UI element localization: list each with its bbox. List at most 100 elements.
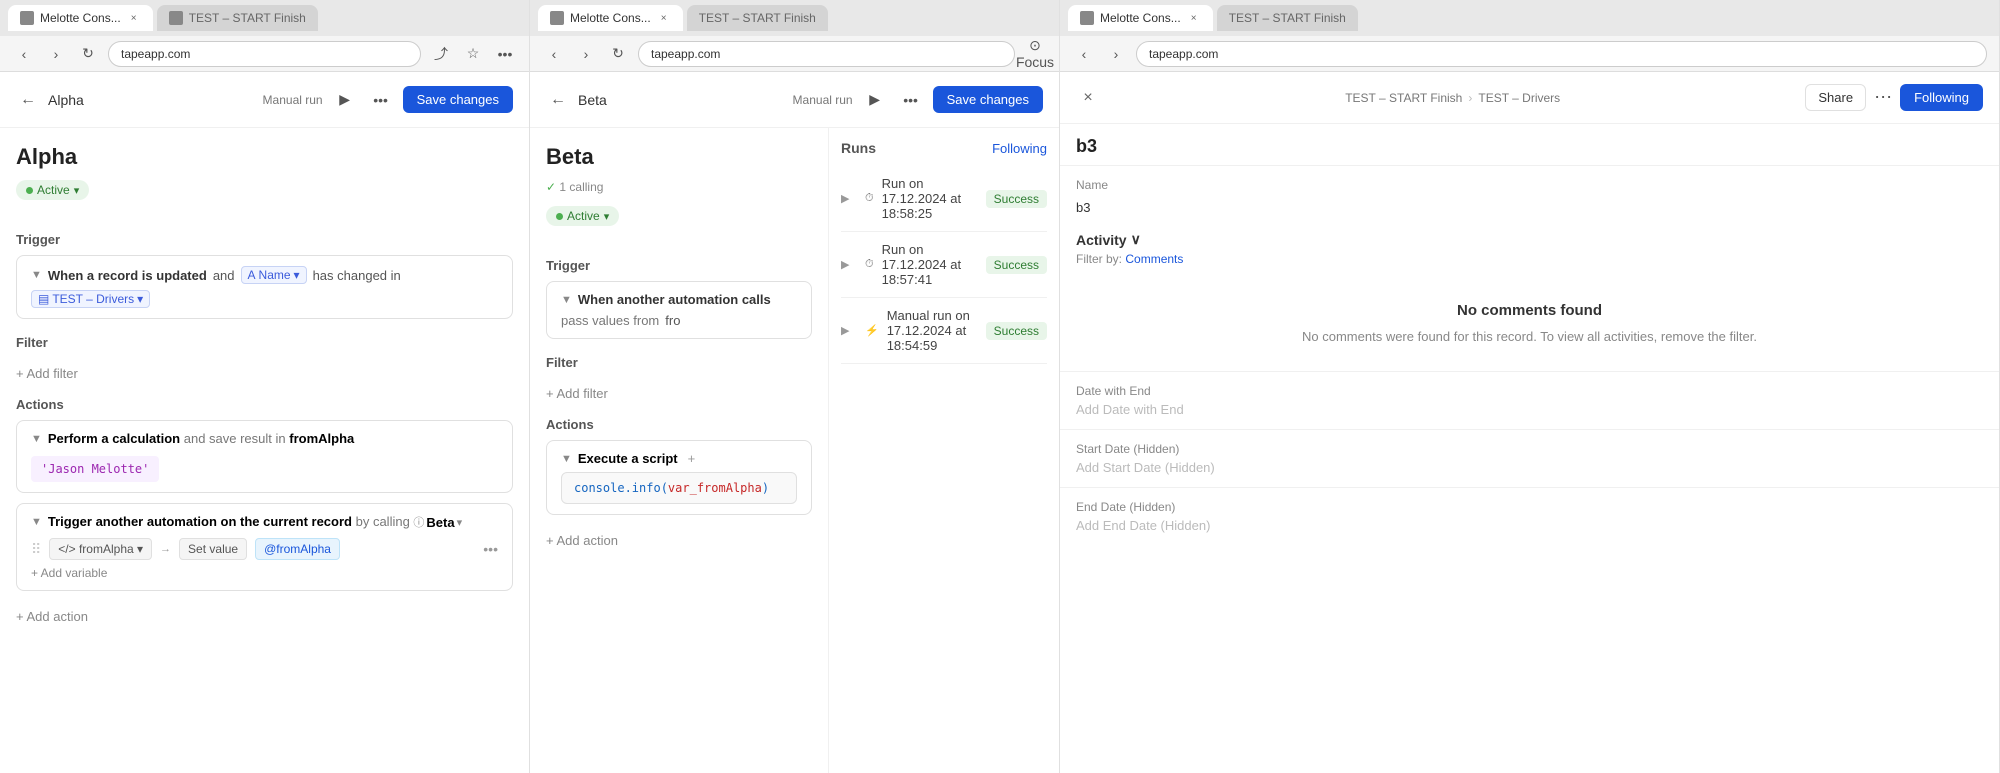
middle-action-chevron: ▼ [561,453,572,465]
right-share-button[interactable]: Share [1805,84,1866,111]
tab-right-melotte[interactable]: Melotte Cons... × [1068,5,1213,31]
run-text-2: Manual run on 17.12.2024 at 18:54:59 [887,308,978,353]
forward-nav-right[interactable]: › [1104,42,1128,66]
left-var-icon: </> [58,542,75,556]
left-filter-section: Filter [16,335,513,350]
middle-action-add[interactable]: + [688,451,696,466]
left-trigger-box: ▼ When a record is updated and A Name ▾ … [16,255,513,319]
left-back-button[interactable]: ← [16,88,40,112]
right-following-button[interactable]: Following [1900,84,1983,111]
tab-favicon-left [20,11,34,25]
run-expand-2[interactable]: ▶ [841,324,857,337]
bookmark-nav-left[interactable]: ☆ [461,42,485,66]
tab-middle-melotte[interactable]: Melotte Cons... × [538,5,683,31]
left-trigger-chevron: ▼ [31,269,42,281]
run-status-2: Success [986,322,1047,340]
left-var-value[interactable]: @fromAlpha [255,538,340,560]
right-close-button[interactable]: × [1076,86,1100,110]
more-nav-left[interactable]: ••• [493,42,517,66]
left-panel: Melotte Cons... × TEST – START Finish ‹ … [0,0,530,773]
left-panel-header: ← Alpha Manual run ▶ ••• Save changes [0,72,529,128]
forward-nav-left[interactable]: › [44,42,68,66]
tab-left-test[interactable]: TEST – START Finish [157,5,318,31]
browser-toolbar-right: ‹ › tapeapp.com [1060,36,1999,72]
left-trigger-field-tag[interactable]: A Name ▾ [241,266,307,284]
right-date-with-end-label: Date with End [1076,384,1983,398]
middle-add-filter-btn[interactable]: + Add filter [546,386,608,401]
right-activity-header[interactable]: Activity ∨ [1076,231,1983,248]
address-bar-right[interactable]: tapeapp.com [1136,41,1987,67]
refresh-nav-middle[interactable]: ↻ [606,42,630,66]
left-save-button[interactable]: Save changes [403,86,513,113]
left-run-btn[interactable]: ▶ [331,86,359,114]
right-start-date-add[interactable]: Add Start Date (Hidden) [1076,460,1983,475]
left-run-mode: Manual run [263,93,323,107]
focus-btn-middle[interactable]: ⊙ Focus [1023,42,1047,66]
refresh-nav-left[interactable]: ↻ [76,42,100,66]
left-trigger-section: Trigger [16,232,513,247]
address-bar-middle[interactable]: tapeapp.com [638,41,1015,67]
left-trigger-and: and [213,268,235,283]
right-record-name: b3 [1060,124,1999,165]
chevron-down-icon: ∨ [1131,231,1141,248]
left-panel-content: Alpha Active ▾ Trigger ▼ When a record i… [0,128,529,773]
left-trigger-target-tag[interactable]: ▤ TEST – Drivers ▾ [31,290,150,308]
right-date-with-end-add[interactable]: Add Date with End [1076,402,1983,417]
middle-back-button[interactable]: ← [546,88,570,112]
browser-tabs-middle: Melotte Cons... × TEST – START Finish [530,0,1059,36]
left-add-filter-btn[interactable]: + Add filter [16,366,78,381]
middle-runs-header: Runs Following [841,140,1047,156]
left-var-more[interactable]: ••• [483,541,498,557]
tab-close-left[interactable]: × [127,11,141,25]
forward-nav-middle[interactable]: › [574,42,598,66]
breadcrumb-sep: › [1468,91,1472,105]
middle-header-actions: Manual run ▶ ••• Save changes [793,86,1043,114]
left-var-name-tag[interactable]: </> fromAlpha ▾ [49,538,152,560]
left-action1-text: Perform a calculation and save result in… [48,431,354,446]
left-action1-header: ▼ Perform a calculation and save result … [31,431,498,446]
right-more-btn[interactable]: ⋯ [1874,87,1892,108]
middle-check-icon: ✓ [546,180,556,194]
middle-save-button[interactable]: Save changes [933,86,1043,113]
right-activity-label: Activity [1076,232,1127,248]
left-action-card-2: ▼ Trigger another automation on the curr… [16,503,513,591]
tab-left-melotte[interactable]: Melotte Cons... × [8,5,153,31]
middle-run-btn[interactable]: ▶ [861,86,889,114]
middle-following-btn[interactable]: Following [992,141,1047,156]
right-name-field: Name b3 [1060,165,1999,231]
tab-title-right-2: TEST – START Finish [1229,11,1346,25]
left-var-set-value[interactable]: Set value [179,538,247,560]
tab-middle-test[interactable]: TEST – START Finish [687,5,828,31]
left-var-row: ⠿ </> fromAlpha ▾ → Set value @fromAlpha… [31,538,498,560]
tab-favicon-middle [550,11,564,25]
tab-title-right: Melotte Cons... [1100,11,1181,25]
back-nav-left[interactable]: ‹ [12,42,36,66]
tab-close-right[interactable]: × [1187,11,1201,25]
left-add-action-btn[interactable]: + Add action [16,609,88,624]
tab-right-test[interactable]: TEST – START Finish [1217,5,1358,31]
run-expand-1[interactable]: ▶ [841,258,857,271]
run-item-1[interactable]: ▶ ⏱ Run on 17.12.2024 at 18:57:41 Succes… [841,232,1047,298]
tab-close-middle[interactable]: × [657,11,671,25]
run-item-2[interactable]: ▶ ⚡ Manual run on 17.12.2024 at 18:54:59… [841,298,1047,364]
middle-runs-panel: Runs Following ▶ ⏱ Run on 17.12.2024 at … [829,128,1059,773]
breadcrumb: TEST – START Finish › TEST – Drivers [1345,91,1560,105]
middle-add-action-btn[interactable]: + Add action [546,533,618,548]
left-automation-name: Alpha [16,144,513,170]
left-add-variable-btn[interactable]: + Add variable [31,566,107,580]
tab-favicon-left-2 [169,11,183,25]
left-trigger-has-changed: has changed in [313,268,401,283]
left-action2-text: Trigger another automation on the curren… [48,514,462,530]
left-action-card-1: ▼ Perform a calculation and save result … [16,420,513,493]
back-nav-right[interactable]: ‹ [1072,42,1096,66]
left-more-btn[interactable]: ••• [367,86,395,114]
middle-more-btn[interactable]: ••• [897,86,925,114]
right-end-date-add[interactable]: Add End Date (Hidden) [1076,518,1983,533]
address-bar-left[interactable]: tapeapp.com [108,41,421,67]
right-filter-link[interactable]: Comments [1125,252,1183,266]
run-item-0[interactable]: ▶ ⏱ Run on 17.12.2024 at 18:58:25 Succes… [841,166,1047,232]
share-nav-left[interactable]: ⤴ [429,42,453,66]
back-nav-middle[interactable]: ‹ [542,42,566,66]
run-expand-0[interactable]: ▶ [841,192,857,205]
left-status-badge: Active ▾ [16,180,89,200]
